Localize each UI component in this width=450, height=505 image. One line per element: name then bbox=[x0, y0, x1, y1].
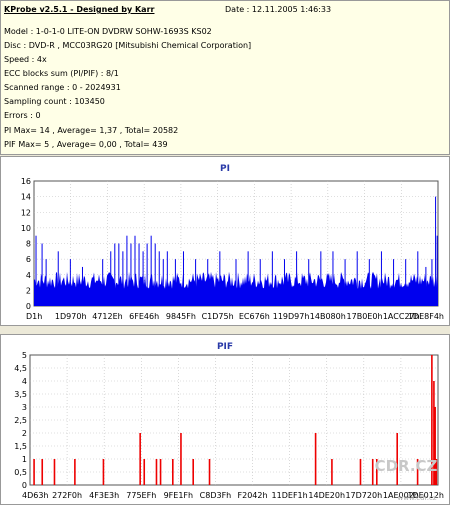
pif-x-tick-label: C8D3Fh bbox=[200, 491, 232, 500]
pi-y-tick-label: 16 bbox=[21, 177, 31, 186]
pif-bar bbox=[53, 459, 56, 485]
pif-chart: PIF 0 0,5 1 1,5 2 2,5 3 3,5 4 4,5 5 4D63h 272F0h 4F3E3… bbox=[14, 342, 444, 502]
pi-x-tick-label: C1D75h bbox=[202, 312, 234, 321]
pif-y-tick-label: 1 bbox=[22, 455, 27, 464]
pif-bar bbox=[139, 433, 141, 485]
info-line-pi-stats: PI Max= 14 , Average= 1,37 , Total= 2058… bbox=[4, 126, 179, 135]
pif-bar bbox=[192, 459, 194, 485]
info-panel: KProbe v2.5.1 - Designed by Karr Date : … bbox=[0, 0, 450, 155]
pif-y-tick-label: 3 bbox=[22, 403, 27, 412]
info-line-sampling: Sampling count : 103450 bbox=[4, 97, 105, 106]
pi-x-tick-label: D1h bbox=[26, 312, 42, 321]
pi-chart-panel: PI 0 2 4 6 8 10 12 14 16 D1h 1D970h 4712Eh 6FE46h 9845… bbox=[0, 156, 450, 326]
pif-bar bbox=[208, 459, 211, 485]
app-title: KProbe v2.5.1 - Designed by Karr bbox=[4, 5, 155, 14]
info-line-model: Model : 1-0-1-0 LITE-ON DVDRW SOHW-1693S… bbox=[4, 27, 212, 36]
pi-x-tick-label: 6FE46h bbox=[129, 312, 159, 321]
info-line-pif-stats: PIF Max= 5 , Average= 0,00 , Total= 439 bbox=[4, 140, 168, 149]
pi-y-tick-label: 8 bbox=[26, 240, 31, 249]
pi-chart: PI 0 2 4 6 8 10 12 14 16 D1h 1D970h 4712Eh 6FE46h 9845… bbox=[21, 164, 444, 321]
pif-bar bbox=[180, 433, 182, 485]
pif-x-tick-label: 4F3E3h bbox=[89, 491, 119, 500]
pi-y-tick-label: 4 bbox=[26, 271, 31, 280]
pif-x-tick-label: 272F0h bbox=[52, 491, 82, 500]
pif-x-tick-label: 775EFh bbox=[126, 491, 156, 500]
pif-chart-panel: PIF 0 0,5 1 1,5 2 2,5 3 3,5 4 4,5 5 4D63h 272F0h 4F3E3… bbox=[0, 334, 450, 505]
pi-x-tick-label: 1DE8F4h bbox=[408, 312, 444, 321]
pif-bar bbox=[159, 459, 162, 485]
pif-y-tick-label: 4,5 bbox=[14, 364, 27, 373]
info-line-ecc: ECC blocks sum (PI/PIF) : 8/1 bbox=[4, 69, 119, 78]
pi-y-tick-label: 12 bbox=[21, 208, 31, 217]
pif-x-tick-label: F2042h bbox=[238, 491, 268, 500]
pi-y-tick-label: 6 bbox=[26, 255, 31, 264]
pif-x-tick-label: 17D720h bbox=[345, 491, 382, 500]
pif-y-tick-label: 5 bbox=[22, 351, 27, 360]
pi-x-tick-label: 14B080h bbox=[310, 312, 346, 321]
pi-x-tick-label: 17B0E0h bbox=[347, 312, 383, 321]
pif-bar bbox=[74, 459, 76, 485]
pif-y-tick-label: 0,5 bbox=[14, 468, 27, 477]
pif-y-tick-label: 2,5 bbox=[14, 416, 27, 425]
pi-y-tick-label: 10 bbox=[21, 224, 31, 233]
pif-y-tick-label: 4 bbox=[22, 377, 27, 386]
pif-y-tick-label: 1,5 bbox=[14, 442, 27, 451]
info-line-disc: Disc : DVD-R , MCC03RG20 [Mitsubishi Che… bbox=[4, 41, 252, 50]
pif-x-tick-label: 4D63h bbox=[22, 491, 49, 500]
pi-y-tick-label: 0 bbox=[26, 302, 31, 311]
pi-x-tick-label: 119D97h bbox=[273, 312, 310, 321]
pi-chart-title: PI bbox=[220, 164, 230, 174]
pi-y-tick-label: 2 bbox=[26, 286, 31, 295]
pi-x-tick-label: EC676h bbox=[239, 312, 270, 321]
pif-y-tick-label: 2 bbox=[22, 429, 27, 438]
pif-x-tick-label: 9FE1Fh bbox=[164, 491, 194, 500]
pi-x-tick-label: 4712Eh bbox=[92, 312, 122, 321]
pif-bar bbox=[314, 433, 317, 485]
pif-bar bbox=[143, 459, 146, 485]
pif-bar bbox=[102, 459, 105, 485]
watermark-logo: CDR.CZ bbox=[375, 457, 438, 475]
pif-bar bbox=[359, 459, 362, 485]
pi-x-tick-label: 1D970h bbox=[55, 312, 87, 321]
pif-bar bbox=[155, 459, 158, 485]
pi-y-tick-label: 14 bbox=[21, 193, 31, 202]
pif-bar bbox=[33, 459, 35, 485]
info-line-speed: Speed : 4x bbox=[4, 55, 47, 64]
pif-bar bbox=[172, 459, 174, 485]
pif-bar bbox=[371, 459, 374, 485]
scan-date: Date : 12.11.2005 1:46:33 bbox=[225, 5, 332, 14]
info-line-errors: Errors : 0 bbox=[4, 111, 41, 120]
pi-x-tick-label: 9845Fh bbox=[166, 312, 196, 321]
pif-x-tick-label: 11DEF1h bbox=[272, 491, 308, 500]
info-line-range: Scanned range : 0 - 2024931 bbox=[4, 83, 121, 92]
pif-bar bbox=[331, 459, 333, 485]
pif-x-tick-label: 14DE20h bbox=[308, 491, 345, 500]
pif-bar bbox=[41, 459, 44, 485]
watermark-url: www.cdr.cz bbox=[397, 494, 436, 502]
pif-y-tick-label: 3,5 bbox=[14, 390, 27, 399]
pif-chart-title: PIF bbox=[217, 342, 233, 352]
pif-y-tick-label: 0 bbox=[22, 481, 27, 490]
